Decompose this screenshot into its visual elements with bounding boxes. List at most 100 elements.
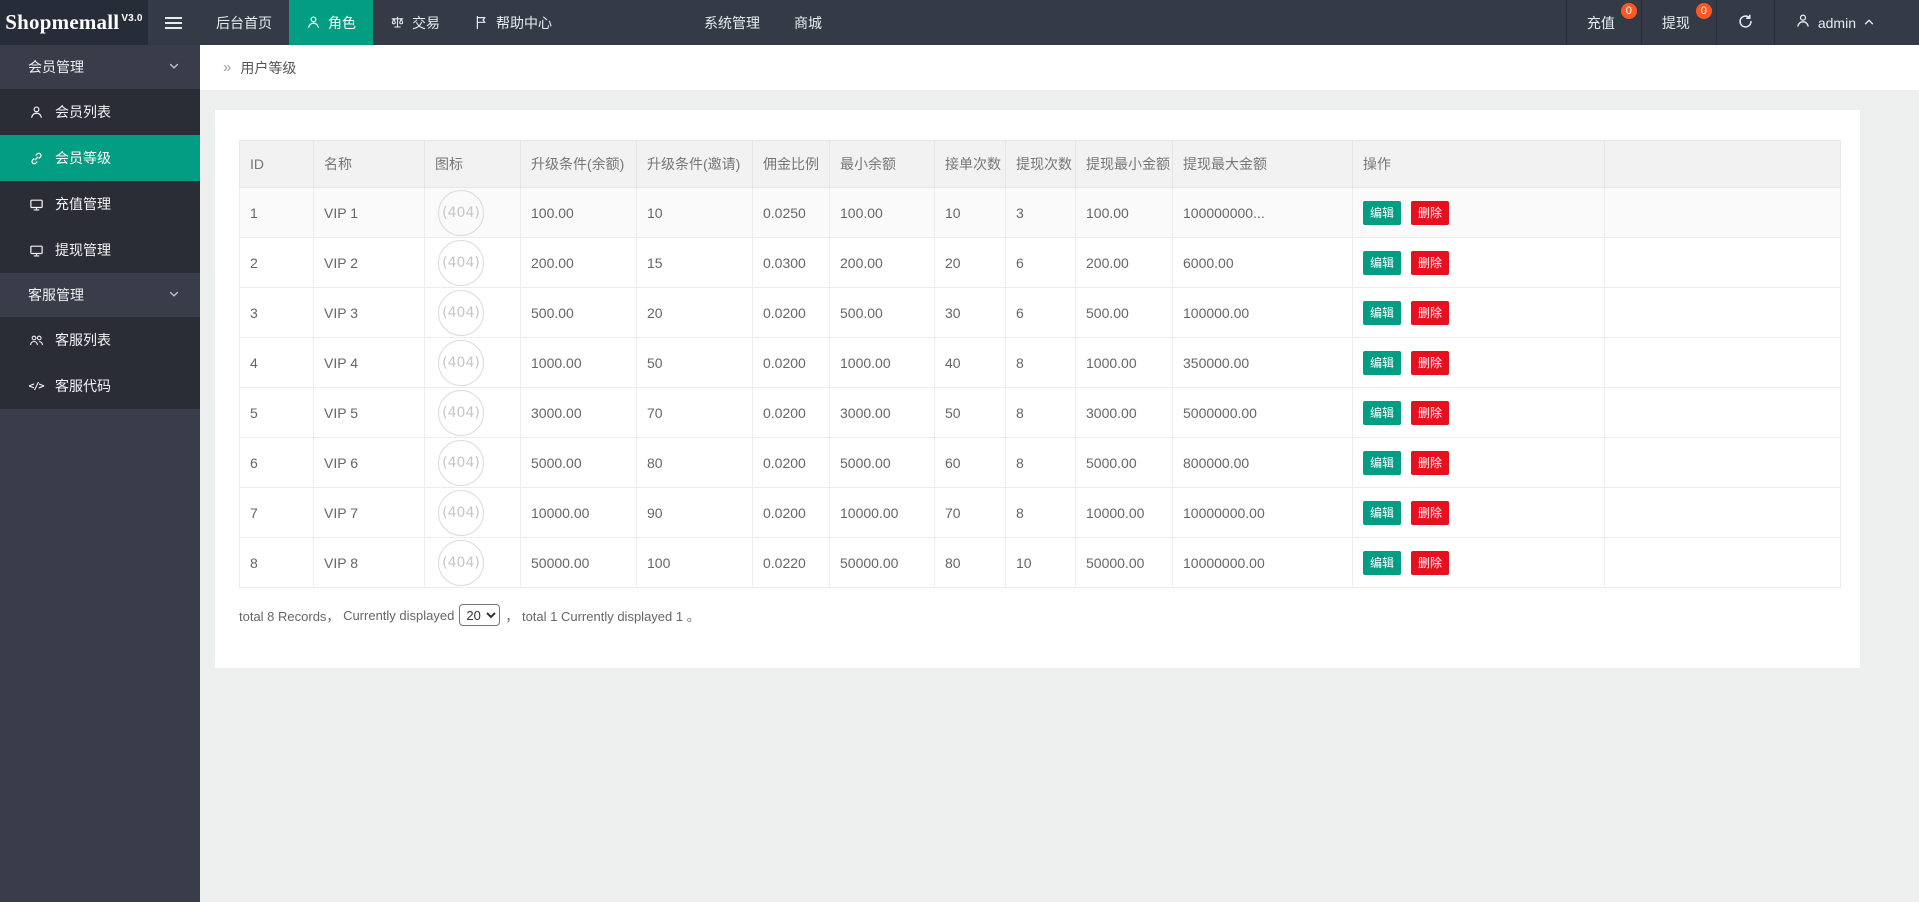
delete-button[interactable]: 删除 (1411, 300, 1450, 325)
cell-filler (1604, 237, 1841, 288)
edit-button[interactable]: 编辑 (1363, 250, 1402, 275)
nav-item-2[interactable]: 角色 (289, 0, 373, 45)
cell-min_balance: 50000.00 (829, 537, 935, 588)
delete-button[interactable]: 删除 (1411, 450, 1450, 475)
cell-upgrade_invite: 50 (636, 337, 753, 388)
cell-order_count: 30 (934, 287, 1006, 338)
cell-commission: 0.0250 (752, 187, 830, 238)
cell-actions: 编辑 删除 (1352, 487, 1605, 538)
edit-button[interactable]: 编辑 (1363, 500, 1402, 525)
sidebar-group-2[interactable]: 客服管理 (0, 273, 200, 317)
nav-item-5[interactable]: 系统管理 (687, 0, 777, 45)
cell-order_count: 50 (934, 387, 1006, 438)
edit-button[interactable]: 编辑 (1363, 400, 1402, 425)
cell-commission: 0.0200 (752, 287, 830, 338)
sidebar-item-提现管理[interactable]: 提现管理 (0, 227, 200, 273)
cell-withdraw_min: 500.00 (1075, 287, 1173, 338)
column-header-6: 佣金比例 (752, 140, 830, 188)
sidebar-item-label: 客服代码 (55, 378, 111, 394)
edit-button[interactable]: 编辑 (1363, 200, 1402, 225)
sidebar-group-1[interactable]: 会员管理 (0, 45, 200, 89)
cell-id: 6 (239, 437, 314, 488)
edit-button[interactable]: 编辑 (1363, 300, 1402, 325)
page-size-label: Currently displayed (343, 607, 455, 623)
person-icon (306, 15, 321, 30)
column-header-8: 接单次数 (934, 140, 1006, 188)
sidebar-item-会员等级[interactable]: 会员等级 (0, 135, 200, 181)
cell-name: VIP 6 (313, 437, 425, 488)
main-menu: 后台首页 角色 交易 帮助中心 系统管理 商城 (148, 0, 839, 45)
delete-button[interactable]: 删除 (1411, 200, 1450, 225)
column-header-5: 升级条件(邀请) (636, 140, 753, 188)
nav-item-label: 交易 (412, 14, 440, 31)
chevron-up-icon (1863, 15, 1875, 31)
column-header-2: 名称 (313, 140, 425, 188)
column-header-4: 升级条件(余额) (520, 140, 637, 188)
broken-image-placeholder: (404) (438, 389, 484, 436)
delete-button[interactable]: 删除 (1411, 250, 1450, 275)
delete-button[interactable]: 删除 (1411, 400, 1450, 425)
cell-upgrade_balance: 5000.00 (520, 437, 637, 488)
cell-actions: 编辑 删除 (1352, 237, 1605, 288)
nav-item-3[interactable]: 交易 (373, 0, 457, 45)
page-size-select[interactable]: 20 (459, 604, 501, 626)
cell-withdraw_min: 50000.00 (1075, 537, 1173, 588)
cell-withdraw_min: 10000.00 (1075, 487, 1173, 538)
sidebar-toggle-button[interactable] (148, 0, 199, 45)
cell-commission: 0.0200 (752, 337, 830, 388)
delete-button[interactable]: 删除 (1411, 500, 1450, 525)
cell-withdraw_max: 6000.00 (1172, 237, 1353, 288)
cell-commission: 0.0200 (752, 387, 830, 438)
broken-image-placeholder: (404) (438, 189, 484, 236)
nav-item-1[interactable]: 后台首页 (199, 0, 289, 45)
sidebar-item-客服列表[interactable]: 客服列表 (0, 317, 200, 363)
cell-upgrade_invite: 80 (636, 437, 753, 488)
nav-right-item-2[interactable]: 提现 0 (1640, 0, 1716, 45)
nav-right-item-1[interactable]: 充值 0 (1565, 0, 1641, 45)
cell-withdraw_count: 6 (1005, 287, 1076, 338)
sidebar-item-客服代码[interactable]: </> 客服代码 (0, 363, 200, 409)
link-icon (28, 151, 44, 166)
count-badge: 0 (1620, 3, 1637, 19)
cell-upgrade_invite: 70 (636, 387, 753, 438)
cell-withdraw_max: 100000.00 (1172, 287, 1353, 338)
cell-order_count: 80 (934, 537, 1006, 588)
cell-upgrade_invite: 10 (636, 187, 753, 238)
nav-item-6[interactable]: 商城 (777, 0, 839, 45)
cell-withdraw_count: 8 (1005, 487, 1076, 538)
cell-icon: (404) (424, 237, 521, 288)
cell-actions: 编辑 删除 (1352, 437, 1605, 488)
cell-min_balance: 500.00 (829, 287, 935, 338)
cell-withdraw_count: 8 (1005, 337, 1076, 388)
user-menu[interactable]: admin (1773, 0, 1895, 45)
refresh-icon (1737, 13, 1754, 33)
cell-actions: 编辑 删除 (1352, 387, 1605, 438)
card-icon (28, 197, 44, 212)
edit-button[interactable]: 编辑 (1363, 550, 1402, 575)
nav-item-4[interactable]: 帮助中心 (457, 0, 569, 45)
broken-image-placeholder: (404) (438, 489, 484, 536)
cell-order_count: 70 (934, 487, 1006, 538)
page-title: 用户等级 (240, 59, 297, 76)
column-header-filler (1604, 140, 1841, 188)
edit-button[interactable]: 编辑 (1363, 350, 1402, 375)
refresh-button[interactable] (1715, 0, 1774, 45)
cell-upgrade_balance: 100.00 (520, 187, 637, 238)
delete-button[interactable]: 删除 (1411, 550, 1450, 575)
cell-id: 1 (239, 187, 314, 238)
cell-commission: 0.0220 (752, 537, 830, 588)
sidebar-item-充值管理[interactable]: 充值管理 (0, 181, 200, 227)
cell-name: VIP 1 (313, 187, 425, 238)
cell-filler (1604, 387, 1841, 438)
edit-button[interactable]: 编辑 (1363, 450, 1402, 475)
table-row: 5 VIP 5 (404) 3000.00 70 0.0200 3000.00 50 8 3000… (239, 387, 1841, 438)
sidebar-item-会员列表[interactable]: 会员列表 (0, 89, 200, 135)
cell-withdraw_count: 3 (1005, 187, 1076, 238)
cell-name: VIP 8 (313, 537, 425, 588)
cell-withdraw_min: 5000.00 (1075, 437, 1173, 488)
cell-id: 8 (239, 537, 314, 588)
delete-button[interactable]: 删除 (1411, 350, 1450, 375)
pagination-bar: total 8 Records， Currently displayed 20 … (239, 604, 1860, 626)
cell-withdraw_count: 6 (1005, 237, 1076, 288)
sidebar-item-label: 客服列表 (55, 332, 111, 348)
